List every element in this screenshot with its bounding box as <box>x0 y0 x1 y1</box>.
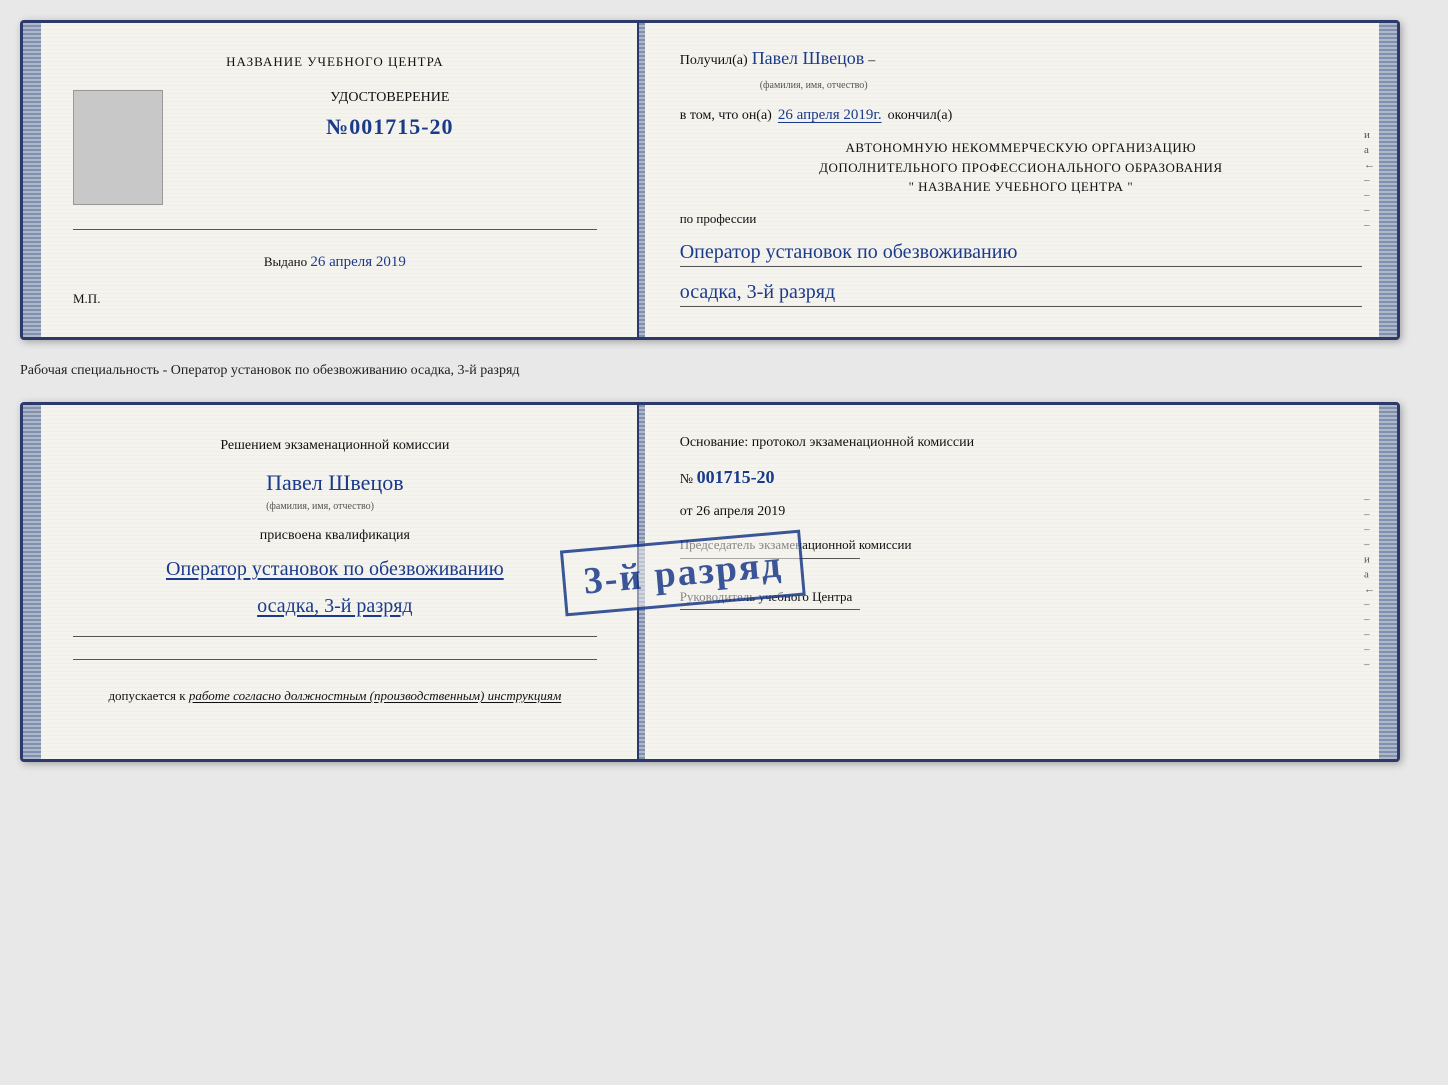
director-sig-line <box>680 609 860 610</box>
photo-cert-row: УДОСТОВЕРЕНИЕ №001715-20 <box>73 90 597 205</box>
issued-date: 26 апреля 2019 <box>310 254 406 270</box>
left-decorative-strip-2 <box>23 405 41 759</box>
doc1-left-panel: НАЗВАНИЕ УЧЕБНОГО ЦЕНТРА УДОСТОВЕРЕНИЕ №… <box>23 23 639 337</box>
finished-label: окончил(а) <box>888 108 953 124</box>
profession-value-2: осадка, 3-й разряд <box>680 281 1362 307</box>
separator-text: Рабочая специальность - Оператор установ… <box>20 358 520 384</box>
dash-1: – <box>868 53 875 69</box>
person-name-block-2: Павел Швецов (фамилия, имя, отчество) <box>266 470 404 514</box>
separator-line-2 <box>73 636 597 637</box>
decision-text: Решением экзаменационной комиссии <box>220 435 449 456</box>
page-container: НАЗВАНИЕ УЧЕБНОГО ЦЕНТРА УДОСТОВЕРЕНИЕ №… <box>20 20 1428 762</box>
received-line: Получил(а) Павел Швецов – <box>680 48 1362 69</box>
cert-number: №001715-20 <box>326 114 453 140</box>
protocol-line: № 001715-20 <box>680 467 1362 488</box>
qualification-value-2: осадка, 3-й разряд <box>257 595 412 618</box>
cert-number-prefix: № <box>326 114 349 139</box>
doc2-left-panel: Решением экзаменационной комиссии Павел … <box>23 405 639 759</box>
org-line2: ДОПОЛНИТЕЛЬНОГО ПРОФЕССИОНАЛЬНОГО ОБРАЗО… <box>680 158 1362 178</box>
org-text: АВТОНОМНУЮ НЕКОММЕРЧЕСКУЮ ОРГАНИЗАЦИЮ ДО… <box>680 138 1362 197</box>
date-value: 26 апреля 2019 <box>696 504 785 519</box>
doc1-right-panel: Получил(а) Павел Швецов – (фамилия, имя,… <box>645 23 1397 337</box>
cert-number-value: 001715-20 <box>349 114 453 139</box>
in-that-prefix: в том, что он(а) <box>680 108 772 124</box>
left-decorative-strip <box>23 23 41 337</box>
org-line1: АВТОНОМНУЮ НЕКОММЕРЧЕСКУЮ ОРГАНИЗАЦИЮ <box>680 138 1362 158</box>
date-prefix: от <box>680 504 693 519</box>
document-card-2: Решением экзаменационной комиссии Павел … <box>20 402 1400 762</box>
profession-label: по профессии <box>680 211 1362 227</box>
allowed-italic: работе согласно должностным (производств… <box>189 688 561 703</box>
protocol-prefix: № <box>680 472 693 487</box>
cert-label: УДОСТОВЕРЕНИЕ <box>330 90 449 106</box>
side-letters-1: и а ← – – – – <box>1364 129 1375 231</box>
training-center-title: НАЗВАНИЕ УЧЕБНОГО ЦЕНТРА <box>226 54 443 70</box>
assigned-label: присвоена квалификация <box>260 528 410 544</box>
org-line3: " НАЗВАНИЕ УЧЕБНОГО ЦЕНТРА " <box>680 177 1362 197</box>
mp-label: М.П. <box>73 291 100 307</box>
from-date-line: от 26 апреля 2019 <box>680 504 1362 520</box>
separator-line-1 <box>73 229 597 230</box>
in-that-line: в том, что он(а) 26 апреля 2019г. окончи… <box>680 107 1362 124</box>
right-decorative-strip-2 <box>1379 405 1397 759</box>
person-name-1: Павел Швецов <box>752 48 865 69</box>
qualification-value-1: Оператор установок по обезвоживанию <box>166 558 504 581</box>
separator-line-3 <box>73 659 597 660</box>
person-name-2: Павел Швецов <box>266 470 404 496</box>
protocol-number: 001715-20 <box>697 467 775 487</box>
photo-placeholder <box>73 90 163 205</box>
side-letters-2: – – – – и а ← – – – – – <box>1364 494 1375 671</box>
profession-value-1: Оператор установок по обезвоживанию <box>680 241 1362 267</box>
allowed-text: допускается к работе согласно должностны… <box>108 688 561 704</box>
document-card-1: НАЗВАНИЕ УЧЕБНОГО ЦЕНТРА УДОСТОВЕРЕНИЕ №… <box>20 20 1400 340</box>
basis-label: Основание: протокол экзаменационной коми… <box>680 435 1362 451</box>
name-label-2: (фамилия, имя, отчество) <box>266 501 374 512</box>
allowed-prefix: допускается к <box>108 688 185 703</box>
right-decorative-strip-1 <box>1379 23 1397 337</box>
name-label-1: (фамилия, имя, отчество) <box>760 80 868 91</box>
completion-date: 26 апреля 2019г. <box>778 107 882 124</box>
issued-line: Выдано 26 апреля 2019 <box>264 254 406 271</box>
issued-prefix: Выдано <box>264 254 307 269</box>
received-prefix: Получил(а) <box>680 53 748 69</box>
